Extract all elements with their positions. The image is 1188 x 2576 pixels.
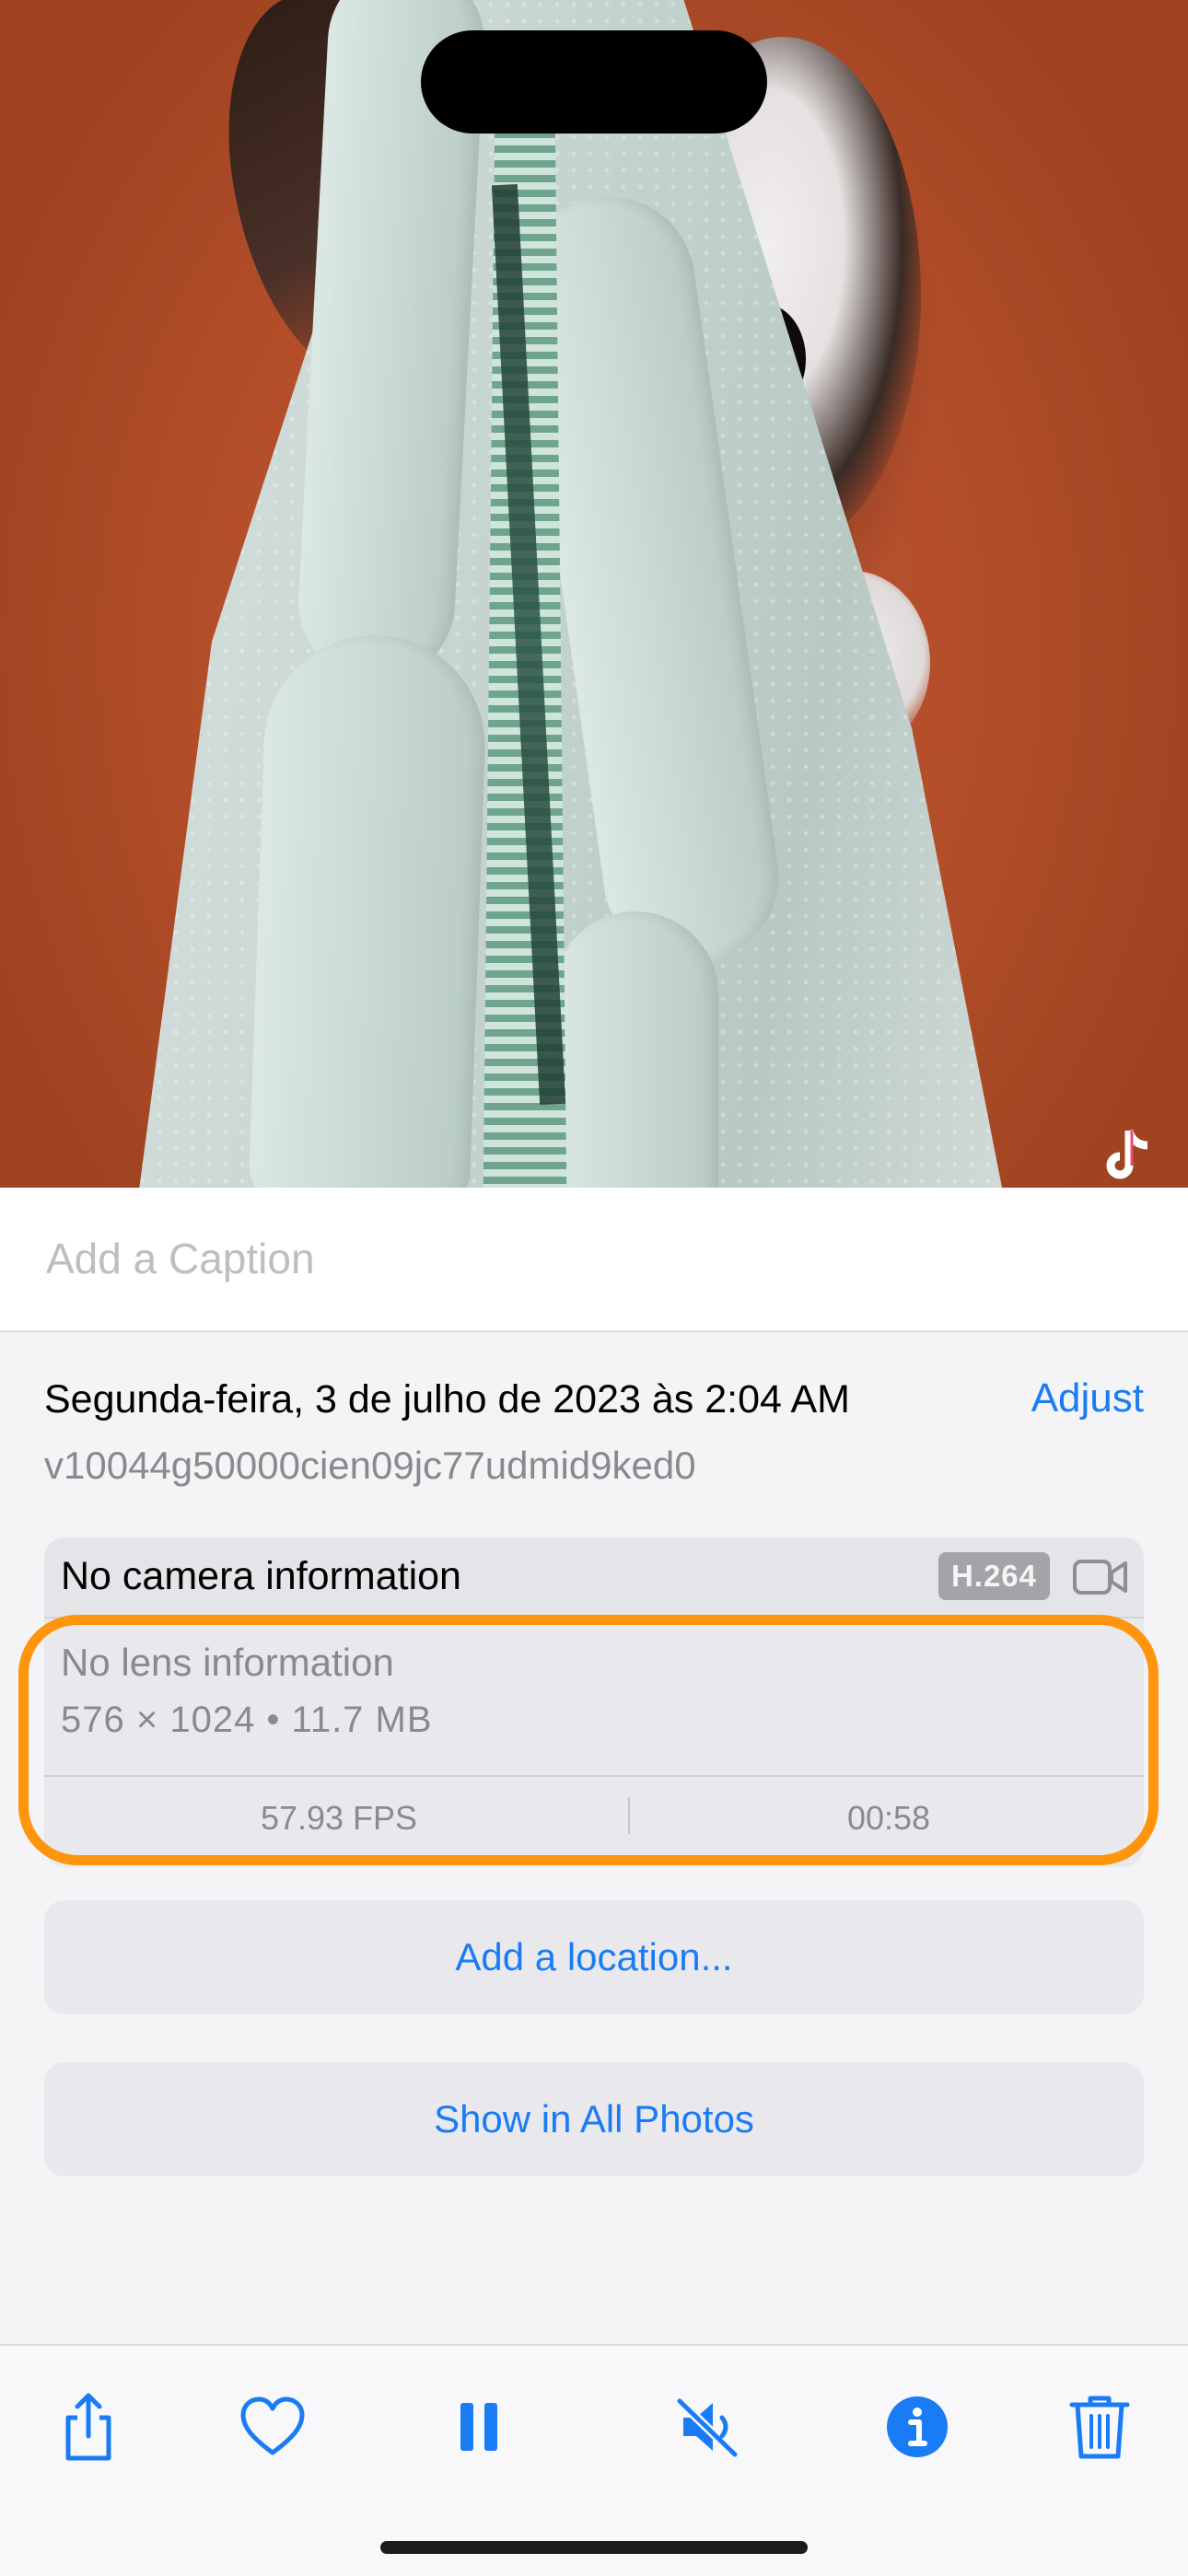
show-in-all-photos-button[interactable]: Show in All Photos — [44, 2062, 1144, 2176]
favorite-button[interactable] — [236, 2390, 309, 2464]
mute-icon — [675, 2396, 740, 2459]
mute-button[interactable] — [670, 2390, 744, 2464]
dynamic-island — [421, 30, 767, 133]
camera-row: No camera information H.264 — [44, 1537, 1144, 1619]
camera-info-label: No camera information — [61, 1554, 461, 1598]
caption-bar — [0, 1188, 1188, 1332]
glove-finger — [248, 632, 489, 1188]
pause-button[interactable] — [442, 2390, 516, 2464]
caption-input[interactable] — [44, 1228, 1144, 1289]
pause-icon — [460, 2403, 497, 2451]
adjust-button[interactable]: Adjust — [1031, 1375, 1144, 1421]
video-preview[interactable] — [0, 0, 1188, 1188]
highlight-annotation — [18, 1615, 1159, 1865]
tiktok-watermark-icon — [1106, 1129, 1148, 1179]
heart-icon — [240, 2396, 305, 2455]
home-indicator[interactable] — [380, 2541, 808, 2554]
add-location-button[interactable]: Add a location... — [44, 1900, 1144, 2014]
info-button[interactable] — [880, 2390, 954, 2464]
video-camera-icon — [1073, 1560, 1127, 1595]
date-time-label: Segunda-feira, 3 de julho de 2023 às 2:0… — [44, 1377, 850, 1421]
share-button[interactable] — [52, 2390, 125, 2464]
delete-button[interactable] — [1063, 2390, 1136, 2464]
share-icon — [65, 2393, 111, 2461]
info-icon — [887, 2396, 948, 2457]
codec-badge: H.264 — [938, 1552, 1050, 1600]
trash-icon — [1069, 2396, 1130, 2459]
glove-finger — [553, 911, 718, 1188]
filename-label: v10044g50000cien09jc77udmid9ked0 — [44, 1444, 696, 1487]
